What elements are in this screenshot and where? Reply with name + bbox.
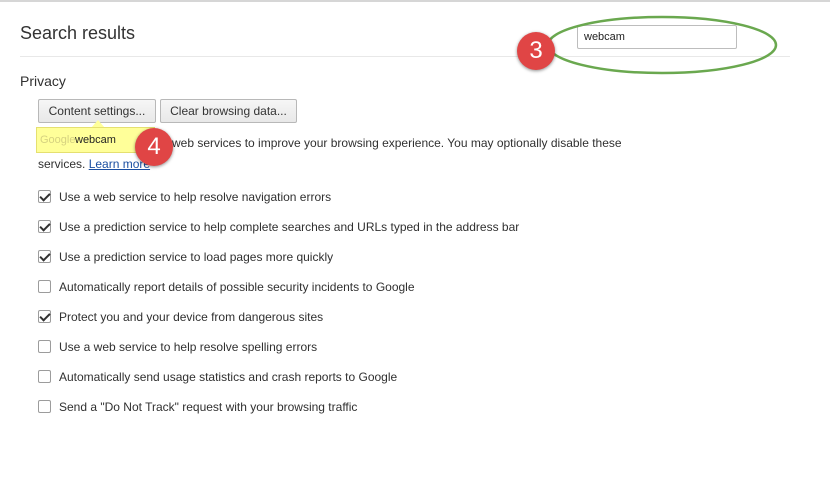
highlight-ellipse xyxy=(546,15,778,75)
option-label: Use a web service to help resolve spelli… xyxy=(59,340,318,354)
checkbox[interactable] xyxy=(38,190,51,203)
checkbox[interactable] xyxy=(38,280,51,293)
clear-browsing-data-button[interactable]: Clear browsing data... xyxy=(160,99,297,123)
checkbox[interactable] xyxy=(38,370,51,383)
checkbox[interactable] xyxy=(38,400,51,413)
checkbox[interactable] xyxy=(38,250,51,263)
page-title: Search results xyxy=(20,23,136,43)
option-label: Protect you and your device from dangero… xyxy=(59,310,324,324)
option-label: Use a prediction service to help complet… xyxy=(59,220,520,234)
top-divider xyxy=(0,0,830,2)
description-line2: services. xyxy=(38,157,86,171)
checkbox[interactable] xyxy=(38,310,51,323)
privacy-heading: Privacy xyxy=(20,73,66,89)
option-label: Use a prediction service to load pages m… xyxy=(59,250,334,264)
step-4-badge: 4 xyxy=(135,128,173,166)
step-3-badge: 3 xyxy=(517,32,555,70)
option-label: Send a "Do Not Track" request with your … xyxy=(59,400,358,414)
option-label: Automatically report details of possible… xyxy=(59,280,415,294)
checkbox[interactable] xyxy=(38,220,51,233)
option-label: Use a web service to help resolve naviga… xyxy=(59,190,332,204)
description-text: web services to improve your browsing ex… xyxy=(172,136,622,150)
description-prefix: Google xyxy=(40,134,76,146)
checkbox[interactable] xyxy=(38,340,51,353)
option-label: Automatically send usage statistics and … xyxy=(59,370,398,384)
